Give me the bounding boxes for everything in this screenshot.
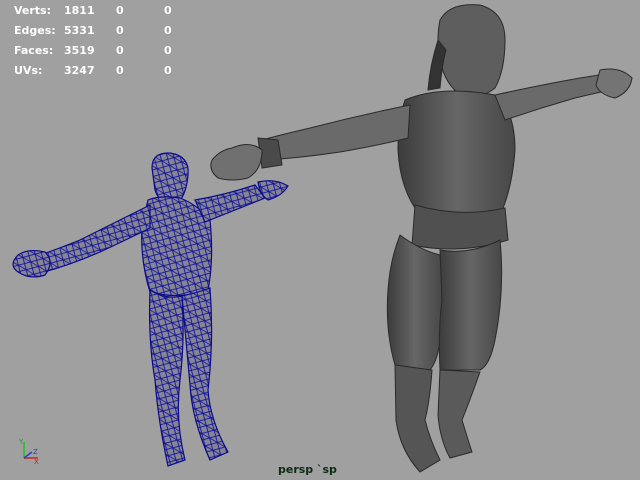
hud-label: Edges:: [14, 24, 56, 37]
shaded-right-boot: [437, 369, 481, 459]
hud-value: 0: [164, 4, 172, 17]
hud-value: 0: [164, 24, 172, 37]
axis-z-label: Z: [33, 448, 38, 456]
wireframe-right-arm: [194, 184, 266, 223]
shaded-head: [437, 4, 506, 98]
wireframe-right-leg: [181, 287, 229, 461]
shaded-ponytail: [427, 38, 447, 91]
shaded-character[interactable]: [210, 4, 633, 473]
hud-value: 0: [116, 24, 124, 37]
axis-gizmo-icon: Y X Z: [18, 438, 39, 466]
axis-y-label: Y: [18, 438, 24, 446]
hud-value: 5331: [64, 24, 95, 37]
shaded-left-leg: [386, 234, 443, 371]
hud-value: 0: [116, 4, 124, 17]
hud-row-edges: Edges: 5331 0 0: [14, 21, 194, 41]
hud-value: 0: [164, 44, 172, 57]
wireframe-left-leg: [148, 288, 186, 467]
axis-x-label: X: [34, 458, 39, 466]
shaded-torso: [397, 90, 516, 221]
hud-label: UVs:: [14, 64, 43, 77]
hud-value: 0: [116, 64, 124, 77]
camera-name-label: persp `sp: [278, 463, 337, 476]
shaded-left-hand: [210, 144, 263, 181]
shaded-right-leg: [438, 239, 503, 371]
hud-label: Verts:: [14, 4, 52, 17]
hud-value: 1811: [64, 4, 95, 17]
hud-row-verts: Verts: 1811 0 0: [14, 1, 194, 21]
hud-value: 0: [164, 64, 172, 77]
poly-count-hud: Verts: 1811 0 0 Edges: 5331 0 0 Faces: 3…: [14, 1, 194, 81]
hud-label: Faces:: [14, 44, 54, 57]
hud-row-uvs: UVs: 3247 0 0: [14, 61, 194, 81]
hud-value: 0: [116, 44, 124, 57]
perspective-viewport[interactable]: Verts: 1811 0 0 Edges: 5331 0 0 Faces: 3…: [0, 0, 640, 480]
hud-value: 3519: [64, 44, 95, 57]
shaded-right-hand: [595, 68, 633, 99]
shaded-left-arm: [261, 104, 411, 161]
hud-value: 3247: [64, 64, 95, 77]
hud-row-faces: Faces: 3519 0 0: [14, 41, 194, 61]
shaded-left-boot: [394, 364, 441, 473]
wireframe-left-hand: [12, 249, 51, 278]
wireframe-character[interactable]: [12, 152, 289, 467]
wireframe-left-arm: [39, 204, 151, 273]
